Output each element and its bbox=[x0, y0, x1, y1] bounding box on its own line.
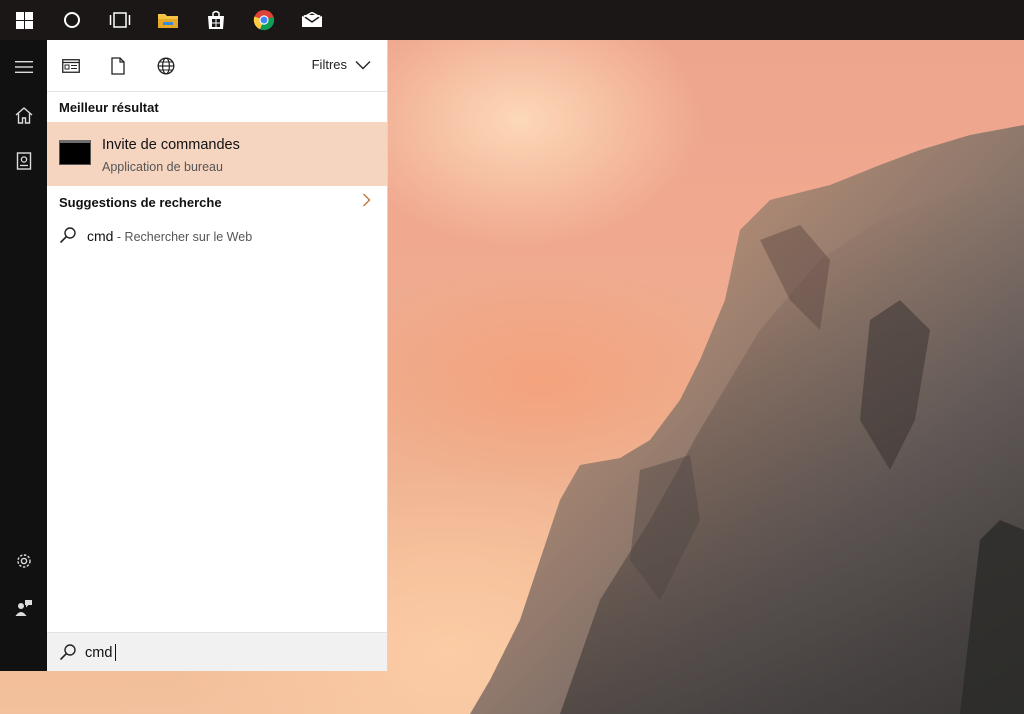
command-prompt-icon bbox=[59, 140, 91, 165]
notebook-button[interactable] bbox=[0, 138, 47, 184]
globe-icon bbox=[157, 57, 175, 75]
start-left-rail bbox=[0, 40, 47, 671]
best-result-heading: Meilleur résultat bbox=[59, 100, 159, 115]
chevron-down-icon bbox=[355, 60, 371, 69]
filter-documents-button[interactable] bbox=[106, 54, 130, 78]
search-bar-icon bbox=[59, 644, 76, 661]
chevron-right-icon bbox=[363, 193, 371, 207]
cortana-circle-icon bbox=[64, 12, 80, 28]
filters-label: Filtres bbox=[311, 57, 347, 72]
file-explorer-icon bbox=[158, 14, 178, 28]
home-button[interactable] bbox=[0, 92, 47, 138]
suggestion-query: cmd bbox=[87, 228, 114, 244]
feedback-button[interactable] bbox=[0, 585, 47, 631]
windows-logo-icon bbox=[15, 11, 33, 29]
start-button[interactable] bbox=[0, 0, 48, 40]
task-view-button[interactable] bbox=[96, 0, 144, 40]
search-panel: Filtres Meilleur résultat Invite de comm… bbox=[47, 40, 388, 671]
settings-gear-icon bbox=[16, 554, 31, 568]
hamburger-menu-button[interactable] bbox=[0, 44, 47, 90]
text-caret bbox=[115, 644, 116, 661]
search-icon bbox=[59, 227, 76, 244]
store-button[interactable] bbox=[192, 0, 240, 40]
task-view-icon bbox=[109, 12, 131, 28]
suggestions-expand-button[interactable] bbox=[362, 193, 371, 212]
mail-icon bbox=[301, 12, 323, 27]
filter-web-button[interactable] bbox=[154, 54, 178, 78]
apps-filter-icon bbox=[62, 59, 80, 73]
chrome-icon bbox=[253, 10, 275, 31]
search-input[interactable] bbox=[85, 642, 365, 664]
file-explorer-button[interactable] bbox=[144, 0, 192, 40]
best-result-title: Invite de commandes bbox=[102, 137, 240, 153]
search-panel-header: Filtres bbox=[47, 40, 387, 92]
store-icon bbox=[208, 10, 224, 29]
hamburger-menu-icon bbox=[14, 61, 33, 73]
chrome-button[interactable] bbox=[240, 0, 288, 40]
suggestion-text: cmd - Rechercher sur le Web bbox=[87, 228, 252, 244]
suggestion-item[interactable]: cmd - Rechercher sur le Web bbox=[47, 222, 387, 252]
mail-button[interactable] bbox=[288, 0, 336, 40]
feedback-icon bbox=[15, 600, 32, 616]
taskbar bbox=[0, 0, 1024, 40]
suggestions-heading: Suggestions de recherche bbox=[59, 195, 222, 210]
cortana-button[interactable] bbox=[48, 0, 96, 40]
home-icon bbox=[15, 106, 32, 124]
best-result-subtitle: Application de bureau bbox=[102, 160, 223, 174]
notebook-icon bbox=[16, 152, 31, 170]
filter-apps-button[interactable] bbox=[59, 54, 83, 78]
suggestion-suffix: - Rechercher sur le Web bbox=[113, 230, 253, 244]
document-icon bbox=[111, 57, 125, 75]
best-result-item[interactable]: Invite de commandes Application de burea… bbox=[47, 122, 387, 186]
settings-button[interactable] bbox=[0, 538, 47, 584]
filters-dropdown[interactable]: Filtres bbox=[312, 57, 371, 72]
search-bar bbox=[47, 632, 387, 671]
